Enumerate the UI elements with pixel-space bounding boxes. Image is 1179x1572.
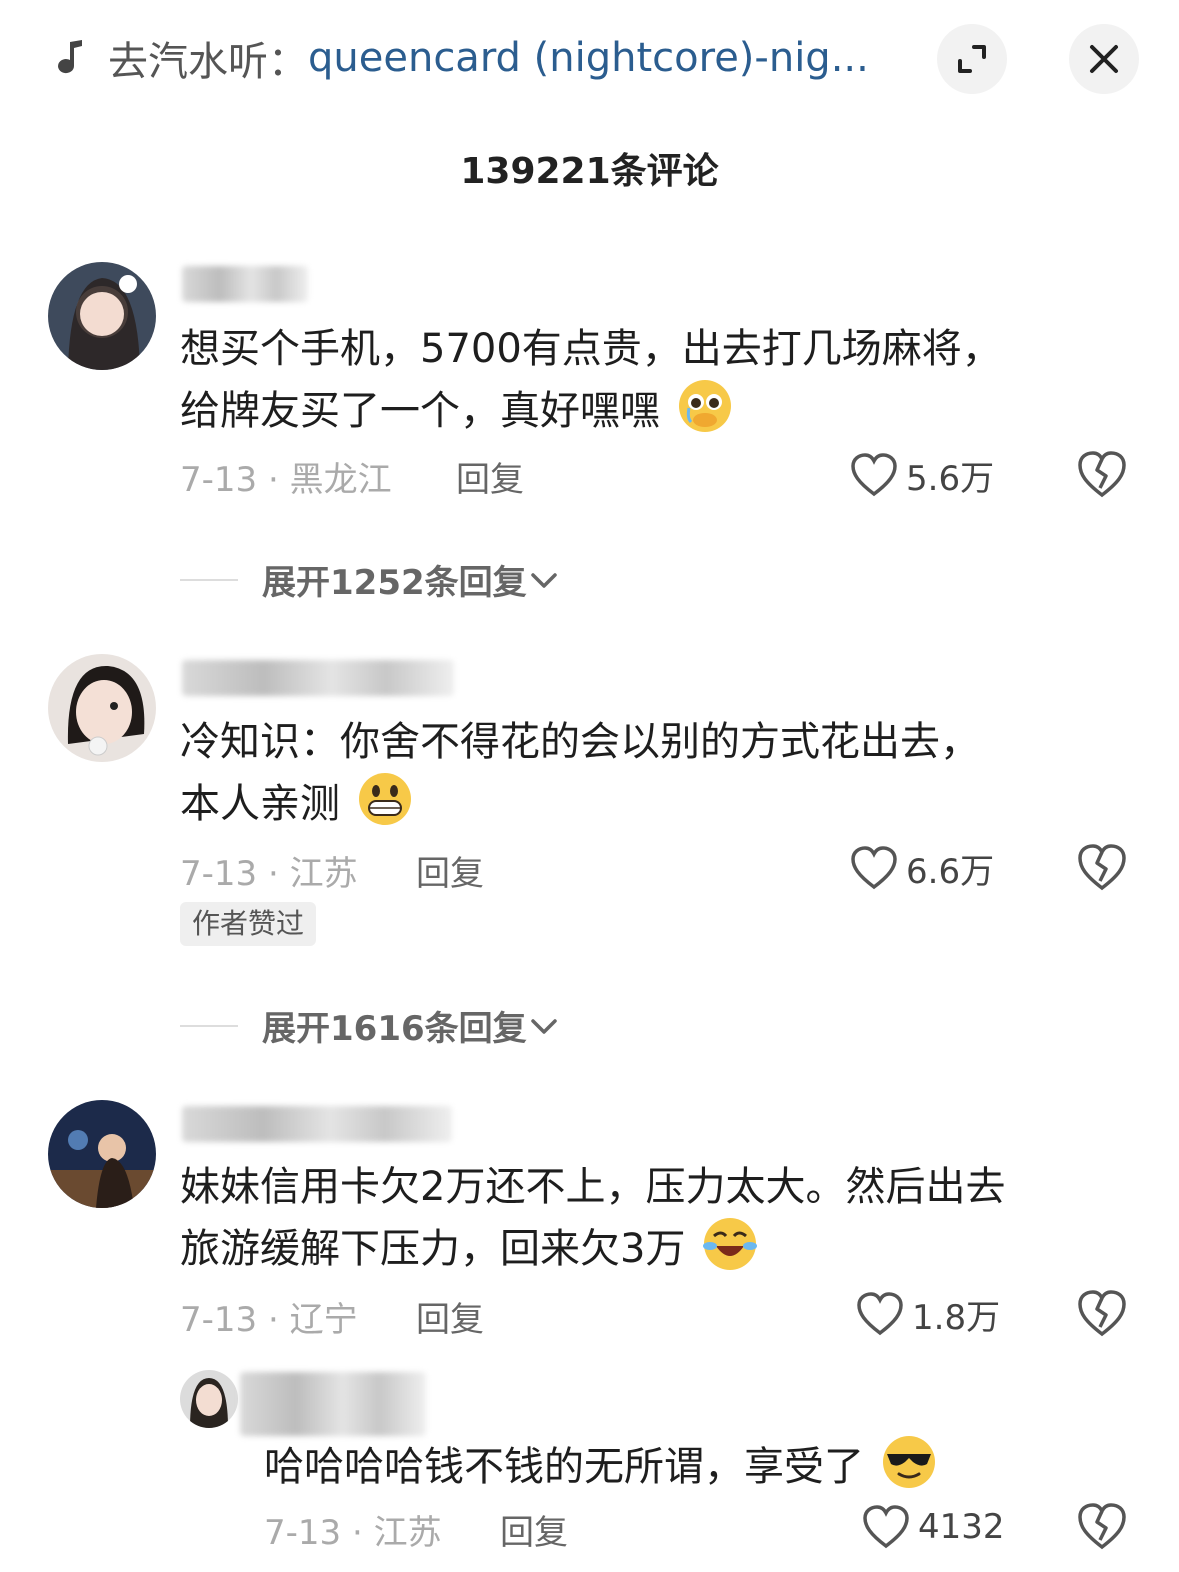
comment-count-title: 139221条评论 xyxy=(460,151,719,192)
grinning-face-icon xyxy=(358,773,411,825)
like-count: 1.8万 xyxy=(912,1297,1001,1338)
expand-icon xyxy=(958,45,986,73)
comment-text: 冷知识：你舍不得花的会以别的方式花出去， 本人亲测 xyxy=(180,713,980,833)
comment-line: 冷知识：你舍不得花的会以别的方式花出去， xyxy=(180,719,980,765)
avatar[interactable] xyxy=(48,262,156,370)
username-blurred[interactable] xyxy=(182,660,454,696)
like-button[interactable]: 1.8万 xyxy=(856,1289,1000,1339)
reply-button[interactable]: 回复 xyxy=(416,1292,484,1341)
author-liked-badge: 作者赞过 xyxy=(180,902,317,946)
avatar[interactable] xyxy=(48,654,156,762)
like-button[interactable]: 4132 xyxy=(862,1502,1005,1552)
comment-line: 妹妹信用卡欠2万还不上，压力太大。然后出去 xyxy=(180,1164,1006,1210)
reply-text: 哈哈哈哈钱不钱的无所谓，享受了 xyxy=(264,1434,937,1496)
reply-button[interactable]: 回复 xyxy=(500,1505,568,1554)
chevron-down-icon xyxy=(530,1018,557,1034)
close-icon xyxy=(1090,45,1118,73)
username-blurred[interactable] xyxy=(240,1372,426,1436)
broken-heart-icon[interactable] xyxy=(1076,448,1128,500)
chevron-down-icon xyxy=(530,572,557,588)
heart-icon xyxy=(851,453,897,497)
like-button[interactable]: 5.6万 xyxy=(850,450,994,500)
comment-line: 给牌友买了一个，真好嘿嘿 xyxy=(180,388,660,434)
expand-replies[interactable]: 展开1252条回复 xyxy=(180,555,561,604)
username-blurred[interactable] xyxy=(182,1106,452,1142)
reply-button[interactable]: 回复 xyxy=(416,846,484,895)
tears-of-joy-icon xyxy=(703,1218,758,1270)
music-prefix: 去汽水听： xyxy=(108,39,308,85)
comment-date-location: 7-13 · 黑龙江 xyxy=(180,460,392,500)
avatar-image xyxy=(180,1370,238,1428)
expand-replies[interactable]: 展开1616条回复 xyxy=(180,1001,561,1050)
comment-date-location: 7-13 · 辽宁 xyxy=(180,1300,358,1340)
avatar-image xyxy=(48,654,156,762)
reply-date-location: 7-13 · 江苏 xyxy=(264,1513,442,1553)
heart-icon xyxy=(857,1292,903,1336)
heart-icon xyxy=(851,846,897,890)
close-button[interactable] xyxy=(1069,24,1139,94)
comment-line: 想买个手机，5700有点贵，出去打几场麻将， xyxy=(180,326,1002,372)
heart-icon xyxy=(863,1505,909,1549)
avatar-image xyxy=(48,262,156,370)
expand-replies-label: 展开1616条回复 xyxy=(262,1009,527,1049)
like-count: 5.6万 xyxy=(906,458,995,499)
broken-heart-icon[interactable] xyxy=(1076,1287,1128,1339)
reply-line: 哈哈哈哈钱不钱的无所谓，享受了 xyxy=(264,1444,864,1490)
comment-line: 本人亲测 xyxy=(180,781,340,827)
avatar[interactable] xyxy=(48,1100,156,1208)
avatar[interactable] xyxy=(180,1370,238,1428)
expand-replies-label: 展开1252条回复 xyxy=(262,563,527,603)
comment-date-location: 7-13 · 江苏 xyxy=(180,854,358,894)
music-link[interactable]: 去汽水听： queencard (nightcore)-nig... xyxy=(52,30,869,86)
comment-text: 想买个手机，5700有点贵，出去打几场麻将， 给牌友买了一个，真好嘿嘿 xyxy=(180,320,1002,440)
like-count: 4132 xyxy=(918,1507,1005,1547)
divider-line xyxy=(180,1024,238,1027)
sunglasses-face-icon xyxy=(882,1436,935,1488)
expand-button[interactable] xyxy=(937,24,1007,94)
reply-button[interactable]: 回复 xyxy=(456,452,524,501)
comment-line: 旅游缓解下压力，回来欠3万 xyxy=(180,1226,686,1272)
comment-text: 妹妹信用卡欠2万还不上，压力太大。然后出去 旅游缓解下压力，回来欠3万 xyxy=(180,1158,1005,1278)
like-button[interactable]: 6.6万 xyxy=(850,843,994,893)
divider-line xyxy=(180,578,238,581)
broken-heart-icon[interactable] xyxy=(1076,1500,1128,1552)
username-blurred[interactable] xyxy=(182,266,308,302)
broken-heart-icon[interactable] xyxy=(1076,841,1128,893)
music-title[interactable]: queencard (nightcore)-nig... xyxy=(308,35,869,81)
avatar-image xyxy=(48,1100,156,1208)
music-note-icon xyxy=(58,40,82,74)
like-count: 6.6万 xyxy=(906,851,995,892)
pleading-face-icon xyxy=(678,380,731,432)
